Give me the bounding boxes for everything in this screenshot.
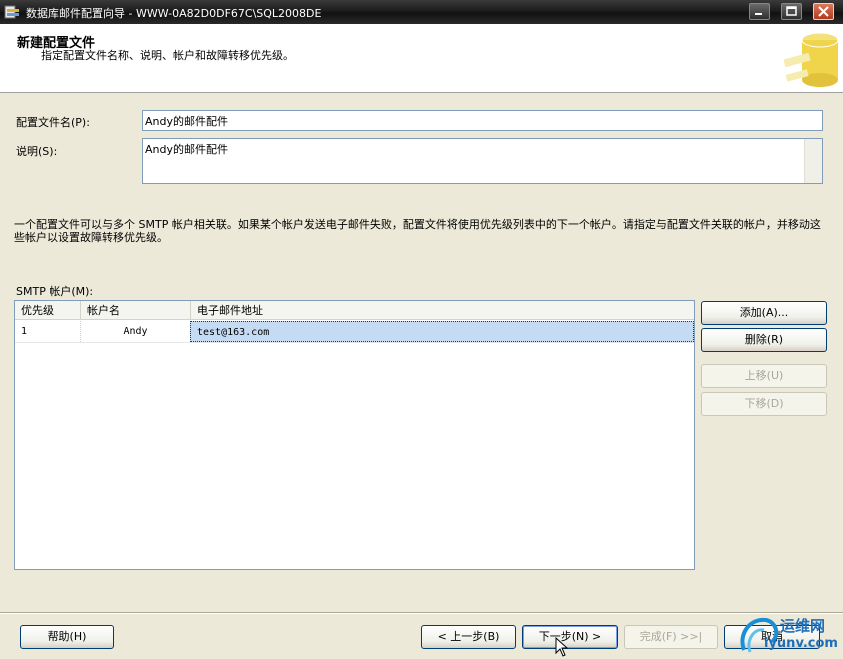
remove-account-button[interactable]: 删除(R) — [701, 328, 827, 352]
database-mail-logo — [784, 32, 839, 87]
profile-name-label: 配置文件名(P): — [16, 116, 90, 129]
cell-priority: 1 — [15, 321, 81, 342]
table-row[interactable]: 1 Andy test@163.com — [15, 321, 694, 343]
column-header-account[interactable]: 帐户名 — [81, 301, 191, 320]
close-icon — [818, 6, 829, 17]
description-textarea[interactable]: Andy的邮件配件 — [142, 138, 823, 184]
cell-email[interactable]: test@163.com — [190, 321, 694, 342]
wizard-header: 新建配置文件 指定配置文件名称、说明、帐户和故障转移优先级。 — [0, 24, 843, 93]
description-text: Andy的邮件配件 — [145, 143, 228, 156]
title-bar: 数据库邮件配置向导 - WWW-0A82D0DF67C\SQL2008DE — [0, 0, 843, 24]
mouse-cursor-icon — [555, 637, 569, 657]
watermark-text: 运维网 — [780, 617, 826, 635]
minimize-button[interactable] — [749, 3, 770, 20]
back-button[interactable]: < 上一步(B) — [421, 625, 516, 649]
window-title: 数据库邮件配置向导 - WWW-0A82D0DF67C\SQL2008DE — [26, 7, 322, 20]
add-account-button[interactable]: 添加(A)... — [701, 301, 827, 325]
next-button[interactable]: 下一步(N) > — [522, 625, 618, 649]
profile-name-input[interactable]: Andy的邮件配件 — [142, 110, 823, 131]
watermark-url: iyunv.com — [764, 636, 838, 651]
maximize-icon — [786, 6, 797, 16]
move-down-button[interactable]: 下移(D) — [701, 392, 827, 416]
column-header-priority[interactable]: 优先级 — [15, 301, 81, 320]
finish-button[interactable]: 完成(F) >>| — [624, 625, 718, 649]
description-label: 说明(S): — [16, 145, 58, 158]
info-text: 一个配置文件可以与多个 SMTP 帐户相关联。如果某个帐户发送电子邮件失败，配置… — [14, 218, 821, 244]
cell-account: Andy — [81, 321, 191, 342]
maximize-button[interactable] — [781, 3, 802, 20]
description-scrollbar[interactable] — [804, 139, 822, 183]
footer-divider — [0, 612, 843, 614]
watermark: 运维网 iyunv.com — [736, 612, 841, 657]
smtp-accounts-label: SMTP 帐户(M): — [16, 285, 94, 298]
minimize-icon — [755, 13, 762, 15]
page-subtitle: 指定配置文件名称、说明、帐户和故障转移优先级。 — [41, 49, 294, 62]
smtp-accounts-grid[interactable]: 优先级 帐户名 电子邮件地址 1 Andy test@163.com — [14, 300, 695, 570]
app-icon — [4, 5, 19, 19]
column-header-email[interactable]: 电子邮件地址 — [191, 301, 694, 320]
help-button[interactable]: 帮助(H) — [20, 625, 114, 649]
move-up-button[interactable]: 上移(U) — [701, 364, 827, 388]
close-button[interactable] — [813, 3, 834, 20]
